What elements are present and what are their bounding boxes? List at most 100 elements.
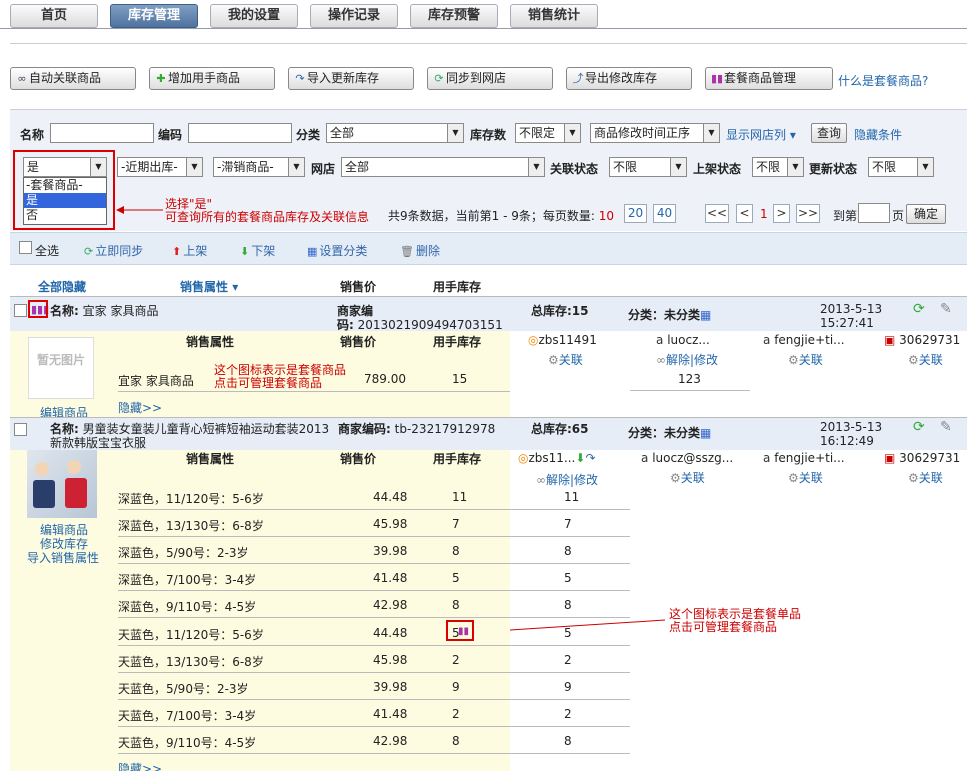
category-text: 分类：未分类 xyxy=(628,426,701,440)
shop-stock-value: 123 xyxy=(678,372,701,386)
shelve-down-button[interactable]: ⬇ 下架 xyxy=(240,242,275,259)
sku-stock: 8 xyxy=(452,544,460,558)
link-button[interactable]: ⚙关联 xyxy=(788,351,823,368)
link-button[interactable]: ⚙关联 xyxy=(788,469,823,486)
category-blocks-icon[interactable]: ▦ xyxy=(700,426,711,440)
divider xyxy=(630,390,750,391)
shop-paipai: ▣ 30629731 xyxy=(884,451,960,465)
last-page-button[interactable]: >> xyxy=(796,204,820,223)
pager-text: 共9条数据，当前第1 - 9条；每页数量: xyxy=(388,209,595,223)
unlink-edit-link[interactable]: ∞解除|修改 xyxy=(536,471,598,488)
total-stock: 总库存:65 xyxy=(531,422,589,436)
arrow-down-icon[interactable]: ⬇ xyxy=(575,451,585,465)
amazon-icon: a xyxy=(763,333,771,347)
page-size-40[interactable]: 40 xyxy=(653,204,676,223)
divider xyxy=(118,391,510,392)
link-button[interactable]: ⚙关联 xyxy=(670,469,705,486)
modified-date: 2013-5-13 xyxy=(820,420,883,434)
category-blocks-icon[interactable]: ▦ xyxy=(700,308,711,322)
merchant-code: 商家编码: tb-23217912978 xyxy=(338,420,495,437)
link-label: 关联 xyxy=(558,353,583,367)
link-button[interactable]: ⚙关联 xyxy=(908,351,943,368)
link-button[interactable]: ⚙关联 xyxy=(908,469,943,486)
goto-confirm-button[interactable]: 确定 xyxy=(906,204,946,224)
hide-skus-link[interactable]: 隐藏>> xyxy=(118,399,162,416)
link-gear-icon: ⚙ xyxy=(788,471,799,485)
sync-icon: ⟳ xyxy=(84,245,94,258)
sku-attr: 天蓝色，9/110号：4-5岁 xyxy=(118,736,257,750)
link-label: 关联 xyxy=(680,471,705,485)
delete-button[interactable]: 🗑 删除 xyxy=(400,242,440,259)
hide-all-link[interactable]: 全部隐藏 xyxy=(38,278,86,295)
shop-account: fengjie+ti... xyxy=(774,333,845,347)
product-checkbox[interactable] xyxy=(14,304,27,317)
link-button[interactable]: ⚙关联 xyxy=(548,351,583,368)
annotation-text: 点击可管理套餐商品 xyxy=(669,620,778,634)
unlink-edit-link[interactable]: ∞解除|修改 xyxy=(656,351,718,368)
import-attr-link[interactable]: 导入销售属性 xyxy=(27,549,99,566)
row-divider xyxy=(118,509,630,510)
shelve-up-button[interactable]: ⬆ 上架 xyxy=(172,242,207,259)
sku-price: 41.48 xyxy=(373,571,408,585)
shop-sync-stock: 11 xyxy=(564,490,580,504)
sku-attr: 深蓝色，13/130号：6-8岁 xyxy=(118,519,264,533)
sku-attr: 天蓝色，11/120号：5-6岁 xyxy=(118,628,264,642)
price-header: 销售价 xyxy=(340,280,377,294)
sku-attr: 深蓝色，11/120号：5-6岁 xyxy=(118,492,264,506)
shop-sync-stock: 9 xyxy=(564,680,572,694)
action-label: 删除 xyxy=(415,244,440,258)
sku-attr: 宜家 家具商品 xyxy=(118,374,194,388)
category-info: 分类：未分类▦ xyxy=(628,424,711,441)
product-checkbox[interactable] xyxy=(14,423,27,436)
placeholder-text: 暂无图片 xyxy=(36,353,85,367)
action-label: 设置分类 xyxy=(319,244,368,258)
import-arrow-icon[interactable]: ↷ xyxy=(585,451,595,465)
goto-page-input[interactable] xyxy=(858,203,890,223)
sku-stock: 2 xyxy=(452,653,460,667)
link-label: 关联 xyxy=(918,353,943,367)
refresh-icon[interactable]: ⟳ xyxy=(913,301,925,317)
row-divider xyxy=(118,617,630,618)
shop-account: fengjie+ti... xyxy=(774,451,845,465)
sync-now-button[interactable]: ⟳ 立即同步 xyxy=(84,242,143,259)
hide-skus-link[interactable]: 隐藏>> xyxy=(118,760,162,771)
amazon-icon: a xyxy=(641,451,649,465)
row-divider xyxy=(118,590,630,591)
refresh-icon[interactable]: ⟳ xyxy=(913,419,925,435)
code-label: 商家编码: xyxy=(338,422,391,436)
chain-icon: ∞ xyxy=(536,473,546,487)
sku-stock: 8 xyxy=(452,734,460,748)
category-text: 分类：未分类 xyxy=(628,308,701,322)
arrow-down-icon: ⬇ xyxy=(240,245,250,258)
next-page-button[interactable]: > xyxy=(773,204,790,223)
no-image-placeholder: 暂无图片 xyxy=(28,337,94,399)
current-page: 1 xyxy=(760,207,768,221)
modified-time: 16:12:49 xyxy=(820,434,874,448)
kid-figure-shape xyxy=(33,480,55,508)
shop-paipai: ▣ 30629731 xyxy=(884,333,960,347)
pencil-icon[interactable]: ✎ xyxy=(940,301,952,317)
kid-figure-shape xyxy=(65,478,87,508)
link-label: 关联 xyxy=(918,471,943,485)
shop-sync-stock: 2 xyxy=(564,653,572,667)
first-page-button[interactable]: << xyxy=(705,204,729,223)
shop-account: 30629731 xyxy=(899,451,961,465)
sku-stock-header: 用手库存 xyxy=(433,335,482,349)
pencil-icon[interactable]: ✎ xyxy=(940,419,952,435)
action-label: 立即同步 xyxy=(95,244,144,258)
sku-price: 45.98 xyxy=(373,517,408,531)
shop-amazon-2: a fengjie+ti... xyxy=(763,333,845,347)
page-size-20[interactable]: 20 xyxy=(624,204,647,223)
prev-page-button[interactable]: < xyxy=(736,204,753,223)
sort-attr-header[interactable]: 销售属性 ▾ xyxy=(180,278,238,295)
set-category-button[interactable]: ▦ 设置分类 xyxy=(307,242,367,259)
shop-taobao-1: ◎zbs11...⬇↷ xyxy=(518,451,596,465)
kid-head-shape xyxy=(35,462,49,476)
sku-price: 39.98 xyxy=(373,680,408,694)
name-label: 名称: xyxy=(50,304,79,318)
shop-amazon-2: a fengjie+ti... xyxy=(763,451,845,465)
product-name-line2: 新款韩版宝宝衣服 xyxy=(50,436,147,450)
product-thumbnail xyxy=(27,450,97,518)
sku-stock: 11 xyxy=(452,490,468,504)
select-all-checkbox[interactable] xyxy=(19,241,32,254)
